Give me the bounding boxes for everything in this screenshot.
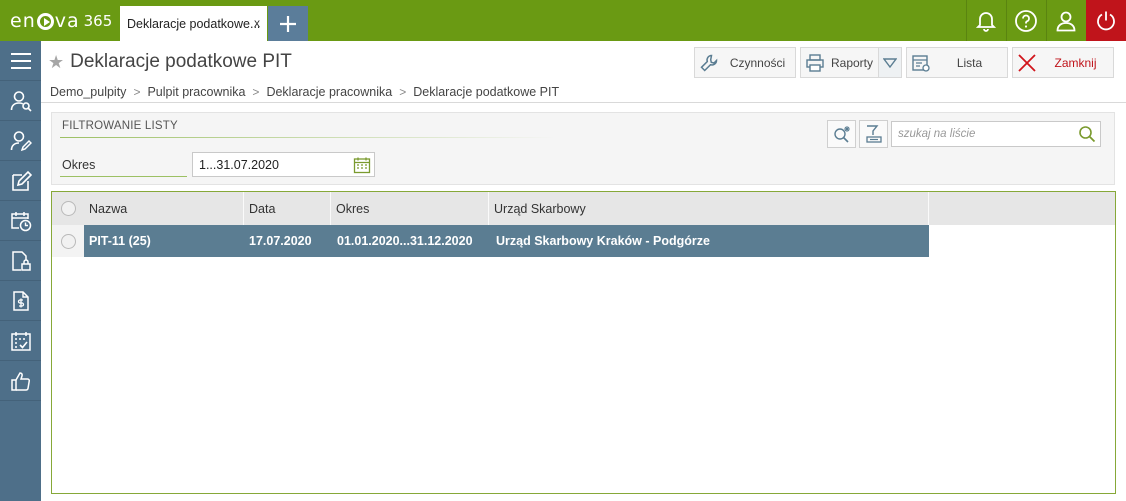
search-placeholder: szukaj na liście <box>898 128 976 140</box>
sidebar-item-edit[interactable] <box>0 161 41 201</box>
page-title-text: Deklaracje podatkowe PIT <box>70 51 292 72</box>
chevron-right-icon: > <box>133 85 141 99</box>
okres-value: 1...31.07.2020 <box>199 157 279 172</box>
select-all-radio[interactable] <box>61 201 76 216</box>
chevron-down-icon <box>883 57 897 68</box>
chevron-right-icon: > <box>399 85 407 99</box>
top-bar: en va 365 Deklaracje podatkowe... x <box>0 0 1126 41</box>
logout-button[interactable] <box>1086 0 1126 41</box>
column-header-data[interactable]: Data <box>244 192 331 225</box>
logo-ring-icon <box>36 12 54 30</box>
tab-label: Deklaracje podatkowe... <box>127 16 261 31</box>
printer-icon <box>806 53 824 72</box>
breadcrumb-item-demo-pulpity[interactable]: Demo_pulpity <box>50 85 126 99</box>
column-header-nazwa[interactable]: Nazwa <box>84 192 244 225</box>
plus-icon <box>280 15 296 32</box>
close-icon <box>1018 53 1036 72</box>
tab-close-button[interactable]: x <box>254 16 260 30</box>
sidebar-item-employee-edit[interactable] <box>0 121 41 161</box>
page-title: ★ Deklaracje podatkowe PIT <box>48 49 292 75</box>
add-tab-button[interactable] <box>268 6 308 41</box>
header-divider <box>41 102 1126 103</box>
reports-label: Raporty <box>830 55 874 70</box>
sidebar-item-approvals[interactable] <box>0 361 41 401</box>
close-button[interactable]: Zamknij <box>1012 47 1114 78</box>
cell-urzad: Urząd Skarbowy Kraków - Podgórze <box>496 234 710 248</box>
chevron-right-icon: > <box>252 85 260 99</box>
user-button[interactable] <box>1046 0 1086 41</box>
calendar-icon[interactable] <box>353 156 371 174</box>
power-icon <box>1097 11 1115 30</box>
row-selector[interactable] <box>52 225 84 257</box>
column-header-urzad[interactable]: Urząd Skarbowy <box>489 192 929 225</box>
filter-title: FILTROWANIE LISTY <box>62 120 178 132</box>
close-label: Zamknij <box>1054 55 1097 70</box>
grid-header: Nazwa Data Okres Urząd Skarbowy <box>52 192 1115 225</box>
filter-title-divider <box>60 137 555 138</box>
breadcrumb-item-current: Deklaracje podatkowe PIT <box>413 85 560 99</box>
row-radio[interactable] <box>61 234 76 249</box>
breadcrumb: Demo_pulpity > Pulpit pracownika > Dekla… <box>50 84 559 100</box>
document-money-icon <box>12 290 29 311</box>
reports-dropdown-button[interactable] <box>878 47 902 78</box>
cell-nazwa: PIT-11 (25) <box>89 234 151 248</box>
sidebar <box>0 41 41 501</box>
calendar-clock-icon <box>10 211 31 231</box>
wrench-icon <box>700 54 718 72</box>
employee-icon <box>10 90 32 112</box>
notifications-button[interactable] <box>966 0 1006 41</box>
thumbs-up-icon <box>10 371 30 391</box>
reports-button[interactable]: Raporty <box>800 47 878 78</box>
sidebar-item-documents[interactable] <box>0 241 41 281</box>
logo-text: en <box>10 10 36 32</box>
app-logo[interactable]: en va 365 <box>10 9 112 33</box>
actions-label: Czynności <box>729 55 786 70</box>
breadcrumb-item-pulpit-pracownika[interactable]: Pulpit pracownika <box>147 85 245 99</box>
filter-panel: FILTROWANIE LISTY Okres 1...31.07.2020 s… <box>51 112 1115 185</box>
list-label: Lista <box>956 55 983 70</box>
employee-edit-icon <box>10 130 32 151</box>
search-settings-icon <box>833 126 850 143</box>
breadcrumb-item-deklaracje-pracownika[interactable]: Deklaracje pracownika <box>266 85 392 99</box>
cell-okres: 01.01.2020...31.12.2020 <box>337 234 473 248</box>
help-icon <box>1015 9 1037 32</box>
okres-label: Okres <box>60 153 187 177</box>
sidebar-item-calendar[interactable] <box>0 321 41 361</box>
menu-icon <box>10 52 31 69</box>
table-row[interactable]: PIT-11 (25) 17.07.2020 01.01.2020...31.1… <box>84 225 929 257</box>
sidebar-menu-button[interactable] <box>0 41 41 81</box>
search-input[interactable]: szukaj na liście <box>891 121 1101 147</box>
cell-data: 17.07.2020 <box>249 234 312 248</box>
list-settings-icon <box>912 54 930 72</box>
edit-icon <box>11 170 32 191</box>
search-icon[interactable] <box>1078 125 1096 143</box>
actions-button[interactable]: Czynności <box>694 47 796 78</box>
list-button[interactable]: Lista <box>906 47 1008 78</box>
sidebar-item-payroll[interactable] <box>0 281 41 321</box>
calendar-check-icon <box>10 331 31 351</box>
sidebar-item-employee[interactable] <box>0 81 41 121</box>
user-icon <box>1056 11 1076 31</box>
advanced-search-button[interactable] <box>827 120 856 148</box>
tab-deklaracje[interactable]: Deklaracje podatkowe... x <box>120 6 267 41</box>
favorite-star-icon[interactable]: ★ <box>48 52 64 73</box>
bell-icon <box>976 11 996 32</box>
logo-version: 365 <box>83 12 113 30</box>
column-header-okres[interactable]: Okres <box>331 192 489 225</box>
filter-options-button[interactable] <box>859 120 888 148</box>
filter-icon <box>865 125 882 143</box>
help-button[interactable] <box>1006 0 1046 41</box>
sidebar-item-schedule[interactable] <box>0 201 41 241</box>
okres-field[interactable]: 1...31.07.2020 <box>192 152 375 177</box>
data-grid: Nazwa Data Okres Urząd Skarbowy PIT-11 (… <box>51 191 1116 494</box>
document-lock-icon <box>11 250 31 271</box>
logo-text-2: va <box>54 10 80 32</box>
